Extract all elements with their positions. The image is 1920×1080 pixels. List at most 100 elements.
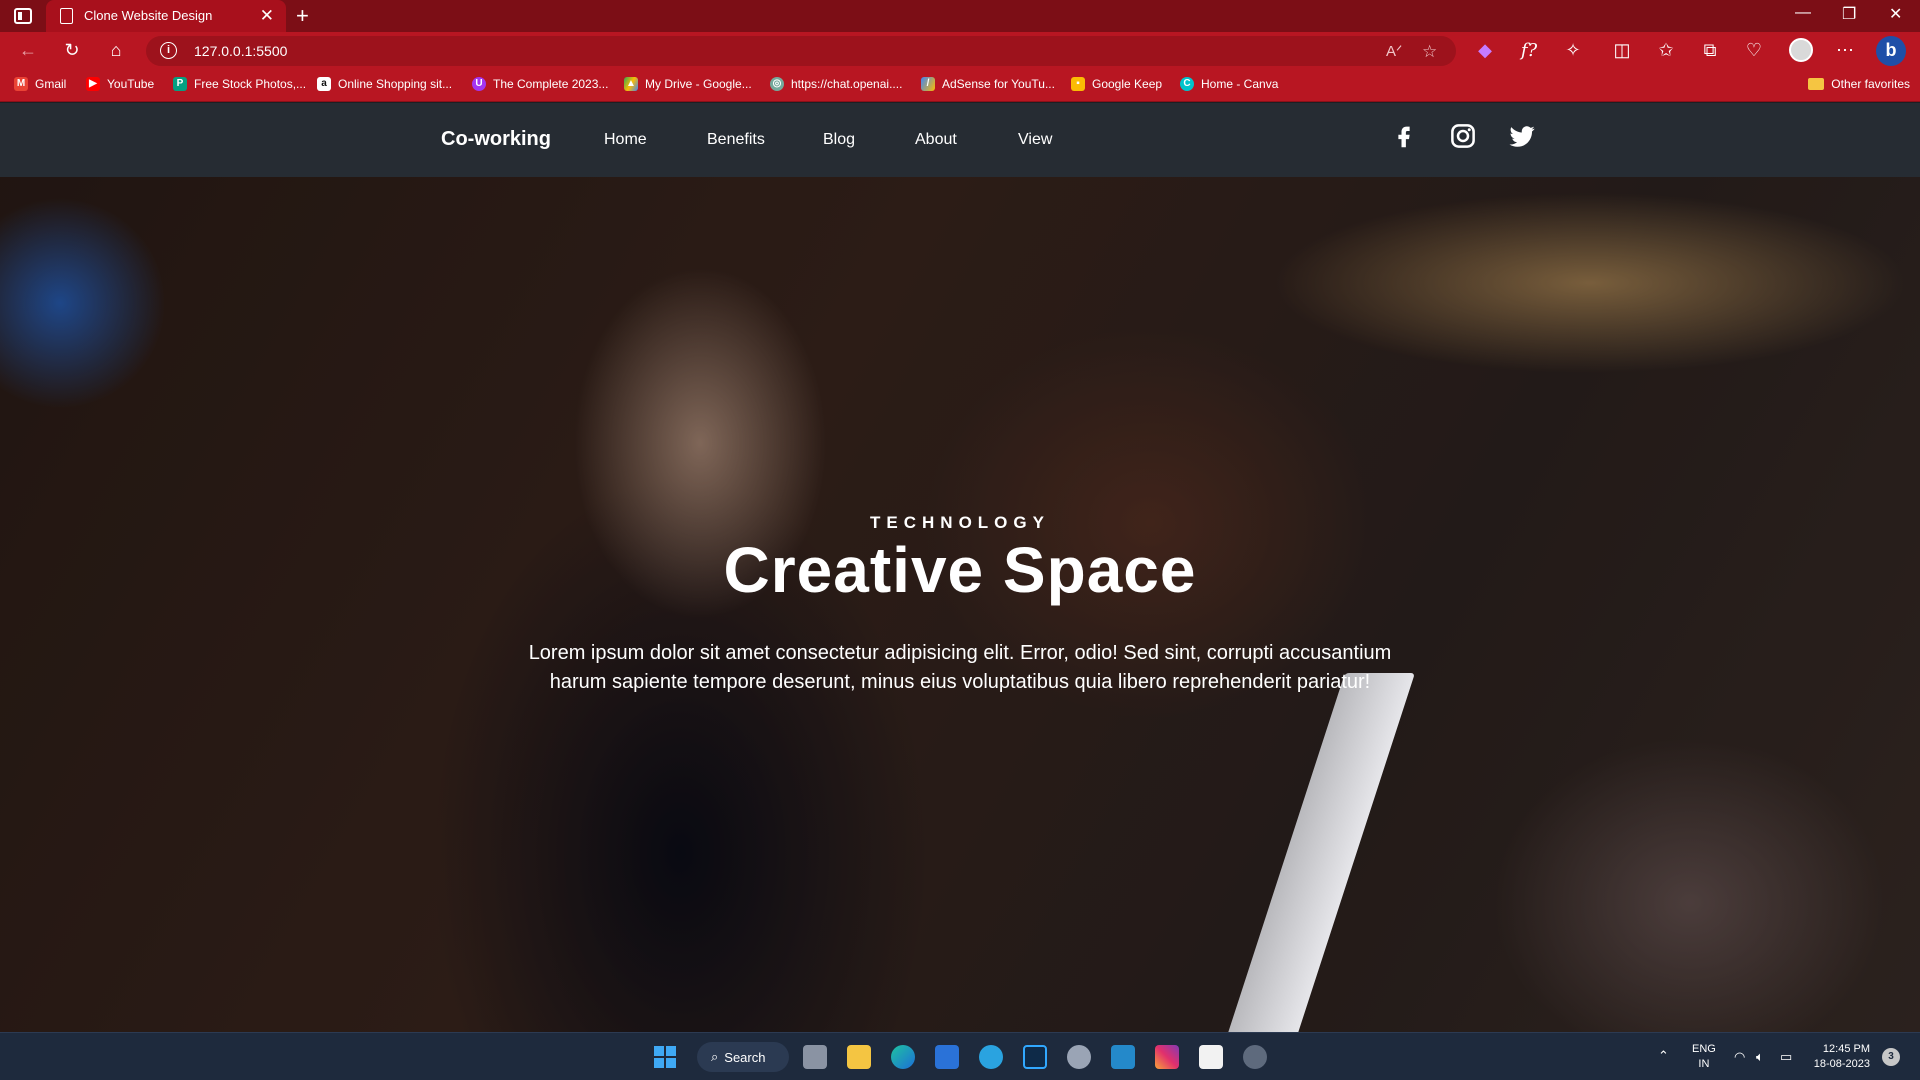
bookmark-youtube[interactable]: ▶ YouTube: [86, 77, 154, 91]
wifi-icon[interactable]: ◠: [1734, 1049, 1745, 1064]
read-aloud-icon[interactable]: Aᐟ: [1386, 42, 1402, 60]
tab-title: Clone Website Design: [84, 8, 213, 23]
bookmark-label: https://chat.openai....: [791, 77, 903, 91]
new-tab-button[interactable]: +: [296, 3, 309, 29]
canva-icon: C: [1180, 77, 1194, 91]
pexels-icon: P: [173, 77, 187, 91]
hero-title: Creative Space: [723, 534, 1197, 606]
close-tab-icon[interactable]: ✕: [260, 6, 274, 26]
search-label: Search: [724, 1049, 766, 1065]
nav-about[interactable]: About: [915, 131, 957, 149]
bookmark-label: Free Stock Photos,...: [194, 77, 307, 91]
obs-icon[interactable]: [1243, 1045, 1267, 1069]
microsoft-store-icon[interactable]: [935, 1045, 959, 1069]
hero-eyebrow: TECHNOLOGY: [870, 513, 1050, 532]
taskbar-search[interactable]: ⌕ Search: [697, 1042, 789, 1072]
volume-icon[interactable]: 🔈︎: [1756, 1049, 1764, 1064]
bookmark-amazon[interactable]: a Online Shopping sit...: [317, 77, 452, 91]
refresh-button[interactable]: ↻: [61, 40, 83, 61]
bookmark-label: Google Keep: [1092, 77, 1163, 91]
browser-essentials-icon[interactable]: ♡: [1743, 40, 1765, 61]
browser-toolbar: ← ↻ ⌂ i 127.0.0.1:5500 Aᐟ ☆ ◆ f? ✧ ◫ ✩ ⧉…: [0, 32, 1920, 70]
bookmark-pexels[interactable]: P Free Stock Photos,...: [173, 77, 306, 91]
formula-extension-icon[interactable]: f?: [1518, 40, 1540, 61]
windows-start-icon[interactable]: [654, 1046, 676, 1068]
minimize-button[interactable]: —: [1795, 4, 1811, 22]
edge-browser-icon[interactable]: [891, 1045, 915, 1069]
collections-icon[interactable]: ⧉: [1699, 40, 1721, 61]
bookmark-label: Home - Canva: [1201, 77, 1279, 91]
facebook-icon[interactable]: [1389, 121, 1419, 151]
close-window-button[interactable]: ✕: [1889, 4, 1902, 24]
bookmark-openai[interactable]: ◎ https://chat.openai....: [770, 77, 902, 91]
tab-actions-menu-icon[interactable]: [14, 8, 32, 24]
bookmark-canva[interactable]: C Home - Canva: [1180, 77, 1278, 91]
back-button[interactable]: ←: [17, 40, 39, 61]
more-options-icon[interactable]: ⋯: [1834, 40, 1856, 61]
settings-gear-icon[interactable]: [1067, 1045, 1091, 1069]
file-explorer-icon[interactable]: [847, 1045, 871, 1069]
gmail-icon: M: [14, 77, 28, 91]
openai-icon: ◎: [770, 77, 784, 91]
site-info-icon[interactable]: i: [160, 42, 177, 59]
language-indicator[interactable]: ENG IN: [1692, 1042, 1716, 1072]
address-url[interactable]: 127.0.0.1:5500: [194, 43, 287, 59]
clock-time: 12:45 PM: [1822, 1043, 1870, 1055]
favorite-star-icon[interactable]: ☆: [1422, 42, 1437, 62]
instagram-app-icon[interactable]: [1155, 1045, 1179, 1069]
youtube-icon: ▶: [86, 77, 100, 91]
region-code: IN: [1698, 1058, 1710, 1070]
amazon-icon: a: [317, 77, 331, 91]
hero-body: Lorem ipsum dolor sit amet consectetur a…: [528, 642, 1392, 693]
notification-badge[interactable]: 3: [1882, 1048, 1900, 1066]
home-button[interactable]: ⌂: [105, 40, 127, 61]
bookmark-adsense[interactable]: / AdSense for YouTu...: [921, 77, 1055, 91]
other-favorites-folder[interactable]: Other favorites: [1808, 77, 1910, 91]
profile-avatar[interactable]: [1789, 38, 1813, 62]
instagram-icon[interactable]: [1448, 121, 1478, 151]
bookmark-label: My Drive - Google...: [645, 77, 752, 91]
clock[interactable]: 12:45 PM 18-08-2023: [1810, 1042, 1870, 1072]
site-brand[interactable]: Co-working: [441, 128, 551, 151]
split-screen-icon[interactable]: ◫: [1611, 40, 1633, 61]
nav-view[interactable]: View: [1018, 131, 1052, 149]
other-favorites-label: Other favorites: [1831, 77, 1910, 91]
battery-icon[interactable]: ▭: [1780, 1049, 1792, 1064]
language-code: ENG: [1692, 1043, 1716, 1055]
extensions-icon[interactable]: ✧: [1562, 40, 1584, 61]
google-drive-icon: ▲: [624, 77, 638, 91]
bookmark-label: Online Shopping sit...: [338, 77, 453, 91]
windows-taskbar: ⌕ Search ⌃ ENG IN ◠ 🔈︎ ▭ 12:45 PM 18-08-…: [0, 1032, 1920, 1080]
bookmark-label: AdSense for YouTu...: [942, 77, 1055, 91]
chevron-up-icon[interactable]: ⌃: [1658, 1048, 1669, 1063]
address-bar[interactable]: i 127.0.0.1:5500 Aᐟ ☆: [146, 36, 1456, 66]
capcut-icon[interactable]: [1199, 1045, 1223, 1069]
photoshop-icon[interactable]: [1023, 1045, 1047, 1069]
bookmark-label: YouTube: [107, 77, 155, 91]
nav-blog[interactable]: Blog: [823, 131, 855, 149]
adsense-icon: /: [921, 77, 935, 91]
clock-date: 18-08-2023: [1813, 1058, 1870, 1070]
browser-tab-active[interactable]: Clone Website Design ✕: [46, 0, 286, 32]
bookmark-label: The Complete 2023...: [493, 77, 609, 91]
twitter-icon[interactable]: [1507, 121, 1537, 151]
bing-chat-icon[interactable]: b: [1876, 36, 1906, 66]
bookmarks-bar: M Gmail ▶ YouTube P Free Stock Photos,..…: [0, 70, 1920, 102]
nav-benefits[interactable]: Benefits: [707, 131, 765, 149]
vscode-icon[interactable]: [1111, 1045, 1135, 1069]
search-icon: ⌕: [711, 1049, 719, 1064]
bookmark-google-drive[interactable]: ▲ My Drive - Google...: [624, 77, 752, 91]
task-view-icon[interactable]: [803, 1045, 827, 1069]
telegram-icon[interactable]: [979, 1045, 1003, 1069]
site-navbar: Co-working Home Benefits Blog About View: [0, 103, 1920, 177]
web-page: Co-working Home Benefits Blog About View…: [0, 103, 1920, 1032]
favorites-icon[interactable]: ✩: [1655, 40, 1677, 61]
udemy-icon: U: [472, 77, 486, 91]
bookmark-google-keep[interactable]: ▪ Google Keep: [1071, 77, 1162, 91]
bookmark-udemy[interactable]: U The Complete 2023...: [472, 77, 608, 91]
copilot-extension-icon[interactable]: ◆: [1474, 40, 1496, 61]
restore-button[interactable]: ❐: [1842, 4, 1856, 24]
bookmark-gmail[interactable]: M Gmail: [14, 77, 66, 91]
browser-tab-strip: Clone Website Design ✕ + — ❐ ✕: [0, 0, 1920, 32]
nav-home[interactable]: Home: [604, 131, 647, 149]
